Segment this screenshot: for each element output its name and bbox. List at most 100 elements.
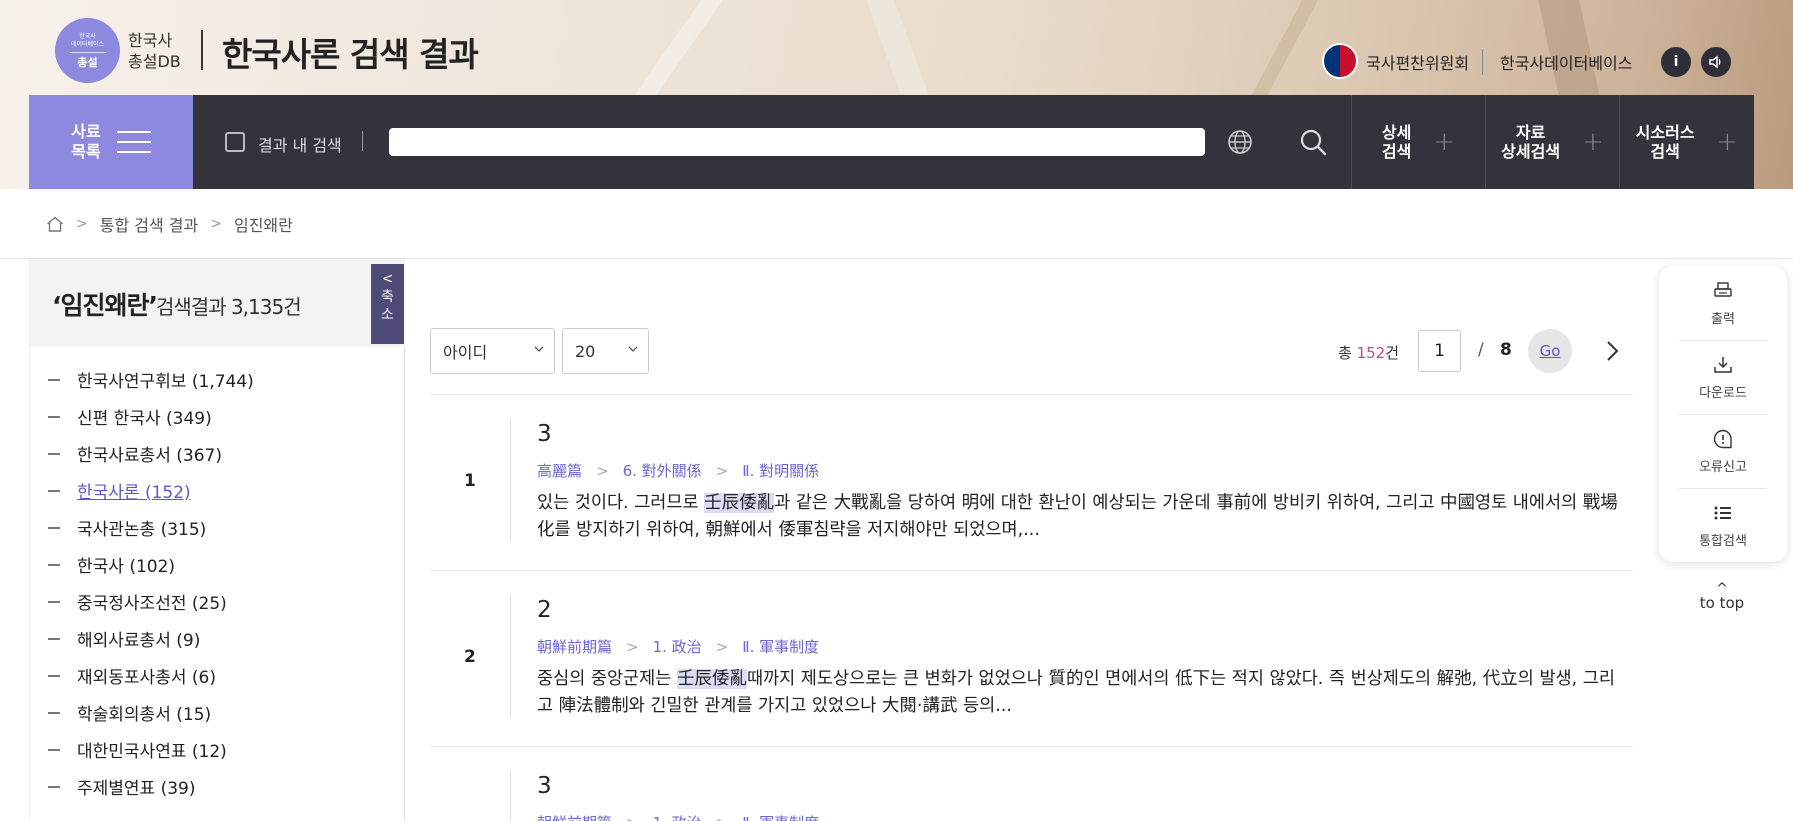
category-item[interactable]: 신편 한국사 (349) xyxy=(48,398,254,435)
globe-icon[interactable] xyxy=(1225,127,1255,157)
path-item[interactable]: Ⅱ. 軍事制度 xyxy=(742,812,819,821)
category-label: 학술회의총서 (15) xyxy=(77,705,212,725)
category-label: 주제별연표 (39) xyxy=(77,779,196,799)
logo-text-line-1: 한국사 xyxy=(128,31,173,50)
breadcrumb-item[interactable]: 임진왜란 xyxy=(234,212,293,236)
logo-divider xyxy=(201,30,203,70)
sound-button[interactable] xyxy=(1701,47,1731,77)
category-item[interactable]: 한국사료총서 (367) xyxy=(48,435,254,472)
thesaurus-search-button[interactable]: 시소러스 검색 + xyxy=(1620,95,1754,189)
data-detail-search-button[interactable]: 자료 상세검색 + xyxy=(1486,95,1619,189)
category-item[interactable]: 해외사료총서 (9) xyxy=(48,620,254,657)
dash-icon xyxy=(48,415,60,418)
go-button[interactable]: Go xyxy=(1528,329,1572,373)
path-item[interactable]: 高麗篇 xyxy=(537,460,582,481)
dash-icon xyxy=(48,563,60,566)
chevron-right-icon[interactable] xyxy=(1600,338,1624,364)
result-item[interactable]: 1 3 高麗篇 > 6. 對外關係 > Ⅱ. 對明關係 있는 것이다. 그러므로… xyxy=(430,395,1633,570)
thesaurus-line-1: 시소러스 xyxy=(1635,123,1695,142)
result-title[interactable]: 2 xyxy=(537,597,552,623)
category-label: 대한민국사연표 (12) xyxy=(77,742,227,762)
page-slash: / xyxy=(1478,340,1484,360)
category-item[interactable]: 주제별연표 (39) xyxy=(48,768,254,805)
gov-link[interactable]: 국사편찬위원회 xyxy=(1366,50,1469,74)
detail-search-label: 상세 검색 xyxy=(1382,123,1411,161)
search-query: ‘임진왜란’ xyxy=(52,291,158,320)
breadcrumb-item[interactable]: 통합 검색 결과 xyxy=(100,212,199,236)
site-logo[interactable]: 한국사 데이터베이스 총설 xyxy=(55,18,120,83)
print-button[interactable]: 출력 xyxy=(1659,266,1787,340)
thesaurus-search-label: 시소러스 검색 xyxy=(1636,123,1695,161)
download-button[interactable]: 다운로드 xyxy=(1659,340,1787,414)
dash-icon xyxy=(48,600,60,603)
chevron-right-icon: > xyxy=(626,637,639,656)
list-icon xyxy=(1714,506,1731,519)
result-index: 2 xyxy=(464,647,476,667)
total-suffix: 건 xyxy=(1385,344,1400,362)
result-snippet: 중심의 중앙군제는 壬辰倭亂때까지 제도상으로는 큰 변화가 없었으나 質的인 … xyxy=(537,666,1622,720)
breadcrumb: > 통합 검색 결과 > 임진왜란 xyxy=(46,212,293,236)
page-title: 한국사론 검색 결과 xyxy=(222,35,479,74)
path-item[interactable]: 朝鮮前期篇 xyxy=(537,636,612,657)
report-error-label: 오류신고 xyxy=(1699,459,1747,475)
result-title[interactable]: 3 xyxy=(537,773,552,799)
snippet-highlight: 壬辰倭亂 xyxy=(676,669,747,689)
search-icon[interactable] xyxy=(1298,127,1328,157)
path-item[interactable]: 1. 政治 xyxy=(653,812,702,821)
snippet-highlight: 壬辰倭亂 xyxy=(704,493,775,513)
home-icon[interactable] xyxy=(46,216,64,232)
to-top-label: to top xyxy=(1699,594,1745,612)
plus-icon: + xyxy=(1433,127,1456,157)
snippet-text: 중심의 중앙군제는 xyxy=(537,669,677,689)
path-item[interactable]: 6. 對外關係 xyxy=(623,460,702,481)
category-item[interactable]: 한국사연구휘보 (1,744) xyxy=(48,361,254,398)
report-error-button[interactable]: 오류신고 xyxy=(1659,414,1787,488)
sort-select[interactable]: 아이디 xyxy=(430,328,555,374)
logo-divider-line xyxy=(69,51,106,53)
category-label: 국사관논총 (315) xyxy=(77,520,207,540)
dash-icon xyxy=(48,748,60,751)
logo-text[interactable]: 한국사 총설DB xyxy=(128,30,181,72)
category-item[interactable]: 대한민국사연표 (12) xyxy=(48,731,254,768)
path-item[interactable]: 朝鮮前期篇 xyxy=(537,812,612,821)
path-item[interactable]: Ⅱ. 對明關係 xyxy=(742,460,819,481)
path-item[interactable]: 1. 政治 xyxy=(653,636,702,657)
sidebar: ‘임진왜란’ 검색결과 3,135건 한국사연구휘보 (1,744) 신편 한국… xyxy=(29,259,405,821)
snippet-text: 있는 것이다. 그러므로 xyxy=(537,493,705,513)
category-item[interactable]: 한국사 (102) xyxy=(48,546,254,583)
path-item[interactable]: Ⅱ. 軍事制度 xyxy=(742,636,819,657)
data-detail-search-label: 자료 상세검색 xyxy=(1501,123,1560,161)
result-title[interactable]: 3 xyxy=(537,421,552,447)
category-label: 한국사론 (152) xyxy=(77,483,191,503)
result-item[interactable]: 2 2 朝鮮前期篇 > 1. 政治 > Ⅱ. 軍事制度 중심의 중앙군제는 壬辰… xyxy=(430,571,1633,746)
collapse-sidebar-button[interactable]: < 축 소 xyxy=(371,264,404,344)
detail-search-line-1: 상세 xyxy=(1381,123,1412,142)
dash-icon xyxy=(48,637,60,640)
page-number-input[interactable]: 1 xyxy=(1418,330,1461,372)
category-item-active[interactable]: 한국사론 (152) xyxy=(48,472,254,509)
to-top-button[interactable]: ^ to top xyxy=(1672,582,1772,612)
dash-icon xyxy=(48,378,60,381)
chevron-left-icon: < xyxy=(381,271,394,287)
db-link[interactable]: 한국사데이터베이스 xyxy=(1500,50,1632,74)
detail-search-button[interactable]: 상세 검색 + xyxy=(1352,95,1485,189)
result-item[interactable]: 3 朝鮮前期篇 > 1. 政治 > Ⅱ. 軍事制度 xyxy=(430,747,1633,821)
page-size-select[interactable]: 20 xyxy=(562,328,649,374)
search-input[interactable] xyxy=(389,128,1205,156)
info-button[interactable]: i xyxy=(1661,47,1691,77)
category-item[interactable]: 중국정사조선전 (25) xyxy=(48,583,254,620)
logo-big-text: 총설 xyxy=(77,55,98,69)
integrated-search-button[interactable]: 통합검색 xyxy=(1659,488,1787,562)
chevron-down-icon xyxy=(628,346,638,352)
search-within-checkbox[interactable] xyxy=(225,132,245,152)
chevron-right-icon: > xyxy=(76,216,88,232)
chevron-right-icon: > xyxy=(626,814,639,821)
source-menu-button[interactable]: 사료 목록 xyxy=(29,95,193,189)
category-label: 신편 한국사 (349) xyxy=(77,409,212,429)
page-total: 8 xyxy=(1500,340,1512,360)
category-item[interactable]: 학술회의총서 (15) xyxy=(48,694,254,731)
plus-icon: + xyxy=(1582,127,1604,157)
category-item[interactable]: 재외동포사총서 (6) xyxy=(48,657,254,694)
dash-icon xyxy=(48,785,60,788)
category-item[interactable]: 국사관논총 (315) xyxy=(48,509,254,546)
